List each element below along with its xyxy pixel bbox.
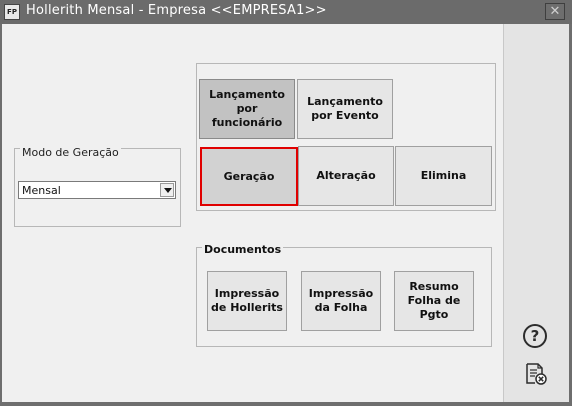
document-close-icon[interactable] xyxy=(524,362,548,386)
lancamento-por-funcionario-button[interactable]: Lançamento por funcionário xyxy=(199,79,295,139)
main-window: FP Hollerith Mensal - Empresa <<EMPRESA1… xyxy=(0,0,572,406)
impressao-hollerits-button[interactable]: Impressão de Hollerits xyxy=(207,271,287,331)
geracao-button[interactable]: Geração xyxy=(200,147,298,206)
chevron-down-icon[interactable] xyxy=(160,183,174,197)
close-button[interactable]: ✕ xyxy=(545,3,565,20)
app-icon: FP xyxy=(4,4,20,20)
alteracao-button[interactable]: Alteração xyxy=(298,146,394,206)
documentos-legend: Documentos xyxy=(202,243,284,256)
elimina-button[interactable]: Elimina xyxy=(395,146,492,206)
impressao-folha-button[interactable]: Impressão da Folha xyxy=(301,271,381,331)
window-title: Hollerith Mensal - Empresa <<EMPRESA1>> xyxy=(26,3,327,18)
lancamento-por-evento-button[interactable]: Lançamento por Evento xyxy=(297,79,393,139)
help-icon[interactable]: ? xyxy=(523,324,547,348)
title-bar: FP Hollerith Mensal - Empresa <<EMPRESA1… xyxy=(0,0,572,24)
modo-geracao-legend: Modo de Geração xyxy=(20,146,121,159)
modo-geracao-value: Mensal xyxy=(22,184,61,197)
resumo-folha-pgto-button[interactable]: Resumo Folha de Pgto xyxy=(394,271,474,331)
modo-geracao-select[interactable]: Mensal xyxy=(18,181,176,199)
